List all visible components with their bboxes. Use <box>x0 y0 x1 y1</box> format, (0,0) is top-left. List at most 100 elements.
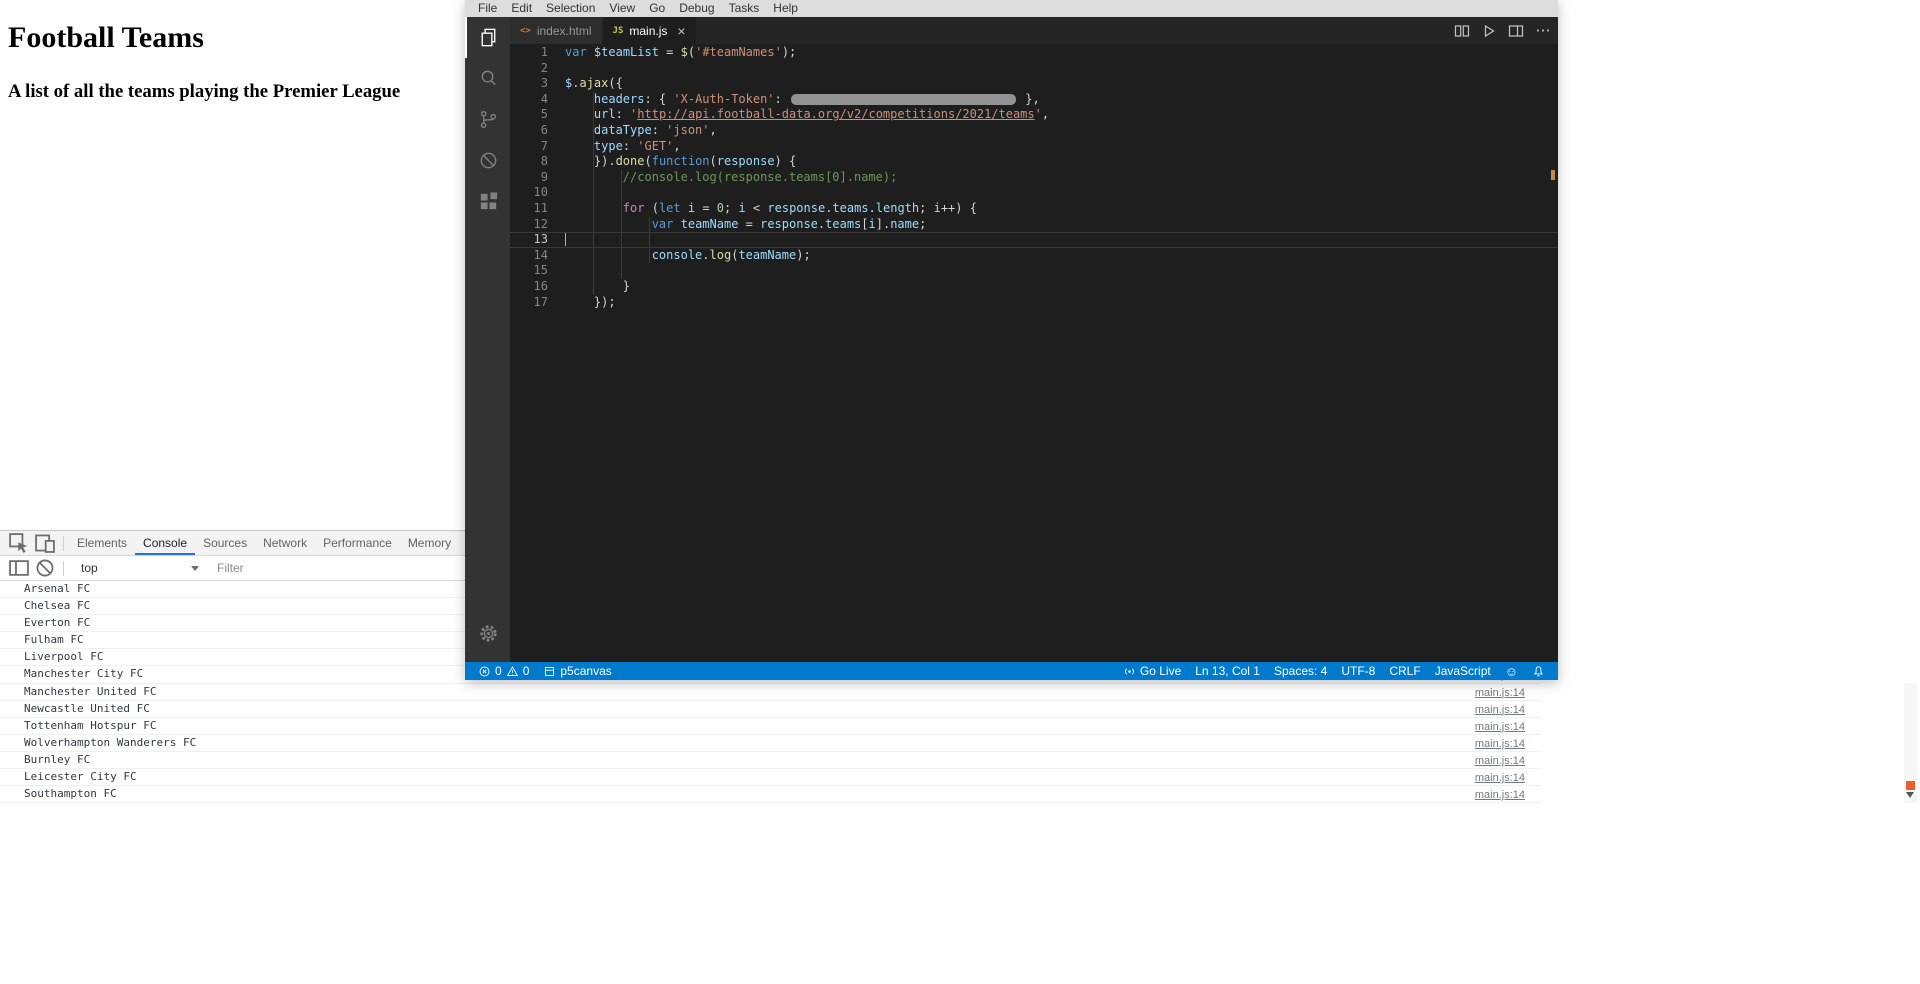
problems-indicator[interactable]: 0 0 <box>473 664 534 678</box>
console-source-link[interactable]: main.js:14 <box>1475 685 1525 701</box>
clear-console-icon[interactable] <box>34 559 56 577</box>
device-toolbar-icon[interactable] <box>34 534 56 553</box>
line-number[interactable]: 16 <box>510 279 548 295</box>
menu-item-view[interactable]: View <box>602 0 642 17</box>
line-number[interactable]: 15 <box>510 263 548 279</box>
console-message: Manchester City FC <box>24 667 144 681</box>
extensions-icon <box>480 192 498 210</box>
tab-main-js[interactable]: JS main.js × <box>602 17 697 44</box>
sidebar-item-debug[interactable] <box>465 140 510 181</box>
console-source-link[interactable]: main.js:14 <box>1475 787 1525 803</box>
notifications-bell-button[interactable] <box>1527 665 1550 678</box>
code-line-3[interactable]: 3 $.ajax({ <box>510 76 1558 92</box>
go-live-button[interactable]: Go Live <box>1118 664 1186 678</box>
code-line-11[interactable]: 11 for (let i = 0; i < response.teams.le… <box>510 201 1558 217</box>
line-number[interactable]: 5 <box>510 107 548 123</box>
browser-scrollbar[interactable] <box>1904 683 1917 803</box>
menu-item-go[interactable]: Go <box>642 0 672 17</box>
sidebar-item-search[interactable] <box>465 58 510 99</box>
code-line-7[interactable]: 7 type: 'GET', <box>510 139 1558 155</box>
line-number[interactable]: 3 <box>510 76 548 92</box>
line-number[interactable]: 2 <box>510 61 548 77</box>
console-message: Wolverhampton Wanderers FC <box>24 735 197 749</box>
p5canvas-status[interactable]: p5canvas <box>538 664 616 678</box>
devtools-tab-network[interactable]: Network <box>255 531 315 555</box>
editor-actions: ⋯ <box>1453 17 1552 44</box>
code-line-15[interactable]: 15 <box>510 263 1558 279</box>
more-actions-icon[interactable]: ⋯ <box>1534 22 1552 40</box>
scrollbar-down-arrow-icon[interactable] <box>1906 792 1914 798</box>
inspect-element-icon[interactable] <box>8 533 30 553</box>
settings-gear-button[interactable] <box>465 613 510 654</box>
code-line-5[interactable]: 5 url: 'http://api.football-data.org/v2/… <box>510 107 1558 123</box>
code-line-2[interactable]: 2 <box>510 61 1558 77</box>
close-tab-icon[interactable]: × <box>677 24 685 38</box>
console-source-link[interactable]: main.js:14 <box>1475 736 1525 752</box>
console-source-link[interactable]: main.js:14 <box>1475 753 1525 769</box>
indent-guide <box>593 91 594 295</box>
eol-setting[interactable]: CRLF <box>1384 664 1425 678</box>
line-number[interactable]: 12 <box>510 217 548 233</box>
toolbar-divider <box>63 560 64 576</box>
cursor-position[interactable]: Ln 13, Col 1 <box>1190 664 1265 678</box>
menu-item-file[interactable]: File <box>471 0 504 17</box>
editor-group: <> index.html JS main.js × ⋯ 1 var $team… <box>510 17 1558 662</box>
indent-guide <box>649 216 650 264</box>
code-line-9[interactable]: 9 //console.log(response.teams[0].name); <box>510 170 1558 186</box>
line-number[interactable]: 8 <box>510 154 548 170</box>
line-number[interactable]: 17 <box>510 295 548 311</box>
code-line-6[interactable]: 6 dataType: 'json', <box>510 123 1558 139</box>
console-source-link[interactable]: main.js:14 <box>1475 702 1525 718</box>
line-content: headers: { 'X-Auth-Token': }, <box>593 91 1040 106</box>
line-number[interactable]: 1 <box>510 45 548 61</box>
overview-ruler-marker <box>1551 170 1555 180</box>
devtools-tab-performance[interactable]: Performance <box>315 531 400 555</box>
toggle-layout-icon[interactable] <box>1507 22 1525 40</box>
console-source-link[interactable]: main.js:14 <box>1475 770 1525 786</box>
menu-item-edit[interactable]: Edit <box>504 0 539 17</box>
tab-index-html[interactable]: <> index.html <box>510 17 603 44</box>
code-line-10[interactable]: 10 <box>510 185 1558 201</box>
line-content: var $teamList = $('#teamNames'); <box>565 45 797 59</box>
line-number[interactable]: 14 <box>510 248 548 264</box>
menu-item-help[interactable]: Help <box>766 0 805 17</box>
sidebar-item-extensions[interactable] <box>465 181 510 222</box>
devtools-tab-memory[interactable]: Memory <box>400 531 459 555</box>
language-mode[interactable]: JavaScript <box>1430 664 1496 678</box>
line-number[interactable]: 11 <box>510 201 548 217</box>
code-line-14[interactable]: 14 console.log(teamName); <box>510 248 1558 264</box>
encoding-setting[interactable]: UTF-8 <box>1336 664 1380 678</box>
status-right: Go Live Ln 13, Col 1 Spaces: 4 UTF-8 CRL… <box>1118 664 1550 679</box>
line-number[interactable]: 10 <box>510 185 548 201</box>
split-editor-icon[interactable] <box>1453 22 1471 40</box>
feedback-smiley-icon[interactable]: ☺ <box>1500 664 1523 679</box>
console-sidebar-icon[interactable] <box>8 559 30 577</box>
line-number[interactable]: 9 <box>510 170 548 186</box>
execution-context-selector[interactable]: top <box>81 561 199 575</box>
error-count: 0 <box>495 664 502 678</box>
code-editor[interactable]: 1 var $teamList = $('#teamNames'); 2 3 $.aja… <box>510 44 1558 662</box>
code-line-13[interactable]: 13 <box>510 232 1558 248</box>
line-content: //console.log(response.teams[0].name); <box>565 169 898 184</box>
console-source-link[interactable]: main.js:14 <box>1475 719 1525 735</box>
code-line-8[interactable]: 8 }).done(function(response) { <box>510 154 1558 170</box>
code-line-1[interactable]: 1 var $teamList = $('#teamNames'); <box>510 45 1558 61</box>
devtools-tab-sources[interactable]: Sources <box>195 531 255 555</box>
code-line-12[interactable]: 12 var teamName = response.teams[i].name… <box>510 217 1558 233</box>
code-line-4[interactable]: 4 headers: { 'X-Auth-Token': }, <box>510 92 1558 108</box>
menu-item-selection[interactable]: Selection <box>539 0 602 17</box>
line-number[interactable]: 7 <box>510 139 548 155</box>
devtools-tab-elements[interactable]: Elements <box>69 531 135 555</box>
sidebar-item-explorer[interactable] <box>465 17 510 58</box>
line-number[interactable]: 13 <box>510 232 548 248</box>
code-line-17[interactable]: 17 }); <box>510 295 1558 311</box>
sidebar-item-source-control[interactable] <box>465 99 510 140</box>
indentation-setting[interactable]: Spaces: 4 <box>1269 664 1332 678</box>
code-line-16[interactable]: 16 } <box>510 279 1558 295</box>
line-number[interactable]: 6 <box>510 123 548 139</box>
menu-item-tasks[interactable]: Tasks <box>722 0 767 17</box>
devtools-tab-console[interactable]: Console <box>135 531 195 555</box>
menu-item-debug[interactable]: Debug <box>672 0 721 17</box>
run-icon[interactable] <box>1480 22 1498 40</box>
line-number[interactable]: 4 <box>510 92 548 108</box>
